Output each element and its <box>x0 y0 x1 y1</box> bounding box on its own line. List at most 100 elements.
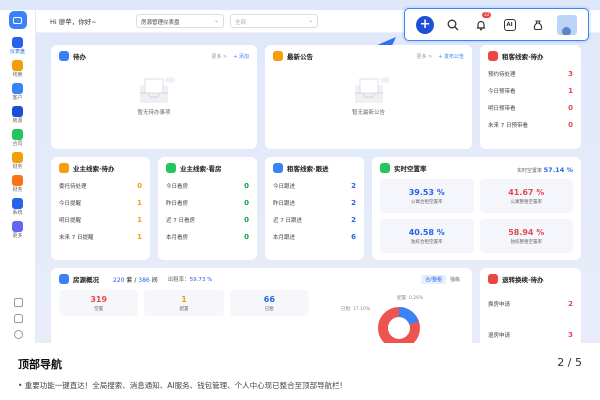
stat-row[interactable]: 明日预带看 0 <box>488 99 573 116</box>
page-indicator: 2 / 5 <box>557 356 582 369</box>
overview-stat[interactable]: 1 配置 <box>144 290 224 316</box>
stat-row[interactable]: 未来 7 日提醒 1 <box>59 228 142 245</box>
stat-label: 今日跟进 <box>273 183 296 190</box>
stat-value: 0 <box>244 198 249 207</box>
sidebar-item-label: 客户 <box>12 95 23 101</box>
sidebar-item[interactable]: 仪表盘 <box>0 37 35 55</box>
stat-label: 未来 7 日提醒 <box>59 234 94 241</box>
owner-pending-card: 业主线索·待办 委托待处理 0 今日提醒 1 明日提醒 1 未来 7 日提醒 1 <box>51 157 150 260</box>
sidebar-item-label: 房源 <box>12 118 23 124</box>
stat-label: 今日看房 <box>166 183 189 190</box>
publish-notice-link[interactable]: + 发布公告 <box>438 53 464 60</box>
create-button[interactable]: + <box>416 15 435 34</box>
vacancy-cell: 40.58 % 独栋合租空置率 <box>380 219 474 253</box>
stat-row[interactable]: 近 7 日跟进 2 <box>273 211 356 228</box>
stat-row[interactable]: 本月跟进 6 <box>273 228 356 245</box>
stat-label: 今日预带看 <box>488 88 516 95</box>
app-logo[interactable] <box>8 11 27 29</box>
transfer-icon <box>488 274 498 284</box>
stat-value: 3 <box>568 69 573 78</box>
stat-row[interactable]: 今日提醒 1 <box>59 194 142 211</box>
stat-value: 0 <box>568 103 573 112</box>
sidebar-item-label: 财务 <box>12 187 23 193</box>
vacancy-cell: 41.67 % 公寓整租空置率 <box>479 179 573 213</box>
todo-more-link[interactable]: 更多 > <box>211 53 227 60</box>
stat-row[interactable]: 昨日看房 0 <box>166 194 249 211</box>
sidebar-item-label: 更多 <box>12 233 23 239</box>
stat-label: 本月跟进 <box>273 234 296 241</box>
settings-icon[interactable] <box>13 330 23 339</box>
bell-icon[interactable]: 22 <box>472 11 492 34</box>
nav-icon <box>12 221 23 232</box>
stat-row[interactable]: 本月看房 0 <box>166 228 249 245</box>
vacancy-value: 58.94 % <box>508 227 545 237</box>
nav-icon <box>12 37 23 48</box>
stat-row[interactable]: 委托待处理 0 <box>59 177 142 194</box>
sidebar-item[interactable]: 财务 <box>0 152 35 170</box>
follow-icon <box>273 163 283 173</box>
sidebar-item[interactable]: 合同 <box>0 129 35 147</box>
stat-row[interactable]: 今日预带看 1 <box>488 82 573 99</box>
stat-value: 0 <box>137 181 142 190</box>
viewing-icon <box>166 163 176 173</box>
stat-row[interactable]: 今日跟进 2 <box>273 177 356 194</box>
stat-label: 未来 7 日预带看 <box>488 122 528 129</box>
overview-stat-value: 1 <box>181 294 187 304</box>
stat-row[interactable]: 换房申请 2 <box>488 288 573 319</box>
stat-row[interactable]: 近 7 日看房 0 <box>166 211 249 228</box>
sidebar-item[interactable]: 更多 <box>0 221 35 239</box>
stat-row[interactable]: 今日看房 0 <box>166 177 249 194</box>
vacancy-card: 实时空置率 实时空置率 57.14 % 39.53 % 公寓合租空置率 41.67 … <box>372 157 581 260</box>
scope-select[interactable]: 全部 ⌄ <box>230 14 318 28</box>
search-icon[interactable] <box>444 16 462 34</box>
ai-service-button[interactable]: AI <box>501 16 519 34</box>
stat-label: 本月看房 <box>166 234 189 241</box>
vacancy-label: 独栋整租空置率 <box>510 239 543 245</box>
sidebar: 仪表盘 线索 客户 房源 合同 财务 财务 系统 更多 <box>0 10 36 343</box>
empty-inbox-icon <box>140 77 175 103</box>
avatar[interactable] <box>556 14 577 35</box>
sidebar-item[interactable]: 客户 <box>0 83 35 101</box>
todo-add-link[interactable]: + 添加 <box>233 53 249 60</box>
sidebar-item[interactable]: 系统 <box>0 198 35 216</box>
ai-icon: AI <box>503 18 516 31</box>
stat-row[interactable]: 未来 7 日预带看 0 <box>488 116 573 133</box>
total-vacancy: 实时空置率 57.14 % <box>517 166 573 174</box>
lock-icon[interactable] <box>13 314 23 323</box>
wallet-icon[interactable] <box>529 16 547 34</box>
occupancy-rate: 出租率：59.73 % <box>167 277 213 283</box>
overview-stat[interactable]: 319 空置 <box>59 290 139 316</box>
transfer-card: 退转换续·待办 换房申请 2 退房申请 3 <box>480 268 581 348</box>
sidebar-item[interactable]: 房源 <box>0 106 35 124</box>
stat-value: 2 <box>568 299 573 308</box>
stat-row[interactable]: 明日提醒 1 <box>59 211 142 228</box>
stat-row[interactable]: 昨日跟进 2 <box>273 194 356 211</box>
todo-card: 待办 更多 > + 添加 暂无待办事项 <box>51 45 257 149</box>
notice-more-link[interactable]: 更多 > <box>416 53 432 60</box>
vacancy-cell: 58.94 % 独栋整租空置率 <box>479 219 573 253</box>
tenant-icon <box>488 51 498 61</box>
stat-label: 今日提醒 <box>59 200 82 207</box>
nav-icon <box>12 198 23 209</box>
overview-stat-label: 已租 <box>264 306 274 312</box>
sidebar-item[interactable]: 线索 <box>0 60 35 78</box>
toggle-standalone[interactable]: 独栋 <box>446 275 464 284</box>
todo-icon <box>59 51 69 61</box>
phone-icon[interactable] <box>13 298 23 307</box>
overview-card: 房源概况 220 套 / 386 间 出租率：59.73 % 合/整租 独栋 31… <box>51 268 472 349</box>
stat-label: 近 7 日跟进 <box>273 217 302 224</box>
dashboard-select[interactable]: 房源管理仪表盘 ⌄ <box>136 14 224 28</box>
stat-value: 2 <box>351 198 356 207</box>
toggle-shared[interactable]: 合/整租 <box>421 275 446 284</box>
sidebar-item[interactable]: 财务 <box>0 175 35 193</box>
owner-viewing-card: 业主线索·看房 今日看房 0 昨日看房 0 近 7 日看房 0 本月看房 0 <box>158 157 257 260</box>
overview-stat[interactable]: 66 已租 <box>229 290 309 316</box>
stat-value: 0 <box>244 181 249 190</box>
vacancy-icon <box>380 163 390 173</box>
sidebar-item-label: 合同 <box>12 141 23 147</box>
sidebar-item-label: 系统 <box>12 210 23 216</box>
stat-label: 明日提醒 <box>59 217 82 224</box>
stat-row[interactable]: 预约待处理 3 <box>488 65 573 82</box>
owner-icon <box>59 163 69 173</box>
stat-label: 换房申请 <box>488 301 511 308</box>
